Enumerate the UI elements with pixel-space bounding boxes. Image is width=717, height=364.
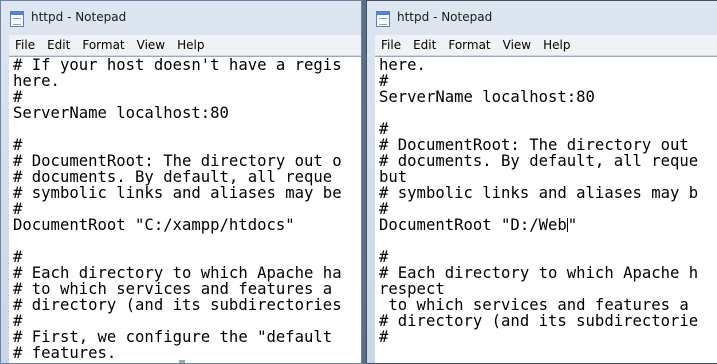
menu-view[interactable]: View (497, 38, 537, 52)
text-line: # symbolic links and aliases may be (13, 184, 342, 202)
text-editor[interactable]: # If your host doesn't have a regis here… (9, 56, 361, 363)
title-bar[interactable]: httpd - Notepad (1, 1, 361, 35)
text-line: ServerName localhost:80 (379, 88, 595, 106)
window-title: httpd - Notepad (397, 10, 493, 24)
text-line: # features. (13, 344, 117, 362)
menu-file[interactable]: File (375, 38, 407, 52)
text-line: # directory (and its subdirectories (13, 296, 342, 314)
menu-edit[interactable]: Edit (41, 38, 76, 52)
text-line: DocumentRoot "C:/xampp/htdocs" (13, 216, 295, 234)
notepad-icon (10, 11, 24, 27)
resize-grip[interactable] (179, 360, 185, 363)
text-editor[interactable]: here. # ServerName localhost:80 # # Docu… (375, 56, 717, 363)
notepad-window-right: httpd - Notepad File Edit Format View He… (366, 0, 717, 364)
text-line: # (379, 328, 389, 346)
text-line: # directory (and its subdirectorie (379, 312, 699, 330)
title-bar[interactable]: httpd - Notepad (367, 1, 717, 35)
text-line: # symbolic links and aliases may b (379, 184, 699, 202)
text-line: # If your host doesn't have a regis (13, 56, 342, 74)
notepad-window-left: httpd - Notepad File Edit Format View He… (0, 0, 362, 364)
menu-format[interactable]: Format (442, 38, 496, 52)
text-line: DocumentRoot "D:/Web (379, 216, 567, 234)
text-line-rest: " (567, 216, 578, 234)
editor-text: # If your host doesn't have a regis here… (9, 57, 361, 361)
menu-bar: File Edit Format View Help (375, 35, 717, 56)
notepad-icon (376, 11, 390, 27)
menu-bar: File Edit Format View Help (9, 35, 361, 56)
menu-file[interactable]: File (9, 38, 41, 52)
menu-format[interactable]: Format (76, 38, 130, 52)
menu-edit[interactable]: Edit (407, 38, 442, 52)
text-line: ServerName localhost:80 (13, 104, 229, 122)
menu-help[interactable]: Help (171, 38, 210, 52)
menu-view[interactable]: View (131, 38, 171, 52)
window-title: httpd - Notepad (31, 10, 127, 24)
editor-text: here. # ServerName localhost:80 # # Docu… (375, 57, 717, 345)
text-line: # documents. By default, all reque (379, 152, 699, 170)
menu-help[interactable]: Help (537, 38, 576, 52)
